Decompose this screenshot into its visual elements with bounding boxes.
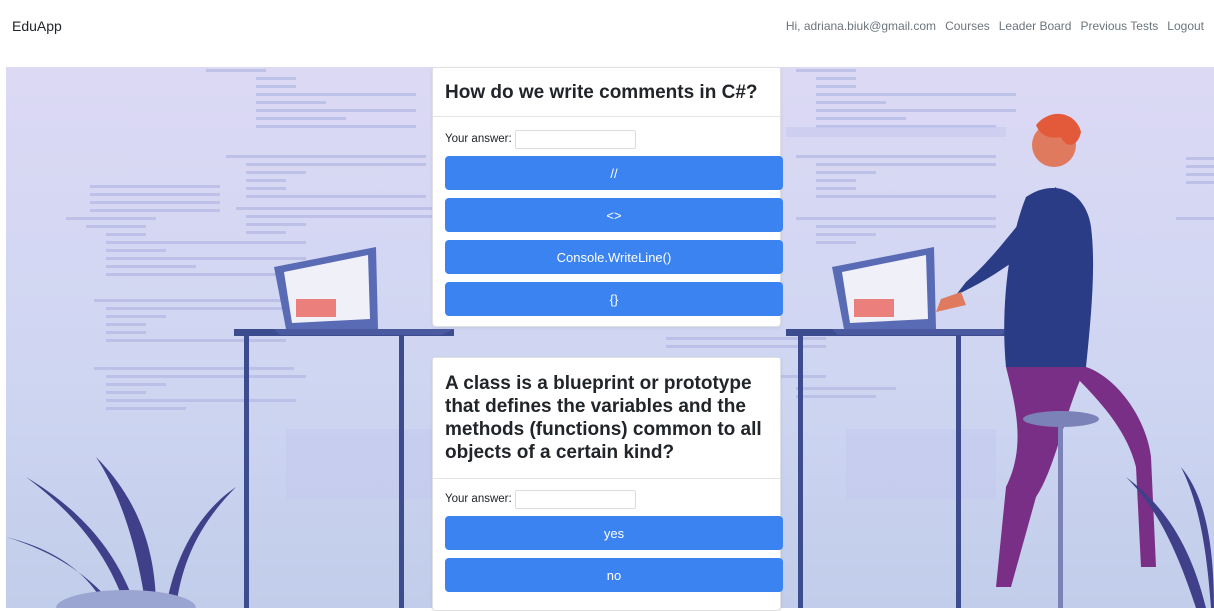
option-button-1-4[interactable]: {}	[445, 282, 783, 316]
nav-links: Hi, adriana.biuk@gmail.com Courses Leade…	[786, 19, 1204, 33]
option-button-1-1[interactable]: //	[445, 156, 783, 190]
option-button-1-2[interactable]: <>	[445, 198, 783, 232]
option-button-1-3[interactable]: Console.WriteLine()	[445, 240, 783, 274]
answer-input-1[interactable]	[514, 129, 636, 149]
answer-input-2[interactable]	[514, 489, 636, 509]
question-header-1: How do we write comments in C#?	[433, 68, 780, 117]
question-card-1: How do we write comments in C#? Your ans…	[432, 67, 783, 327]
answer-row-2: Your answer:	[445, 488, 768, 510]
answer-row-1: Your answer:	[445, 128, 768, 150]
nav-link-logout[interactable]: Logout	[1167, 19, 1204, 33]
question-text-2: A class is a blueprint or prototype that…	[445, 373, 762, 463]
nav-link-courses[interactable]: Courses	[945, 19, 990, 33]
option-button-2-1[interactable]: yes	[445, 516, 783, 550]
question-body-2: Your answer: yes no	[433, 479, 783, 610]
brand-logo[interactable]: EduApp	[12, 18, 62, 34]
answer-label-1: Your answer:	[445, 133, 512, 145]
nav-link-previous-tests[interactable]: Previous Tests	[1080, 19, 1158, 33]
question-text-1: How do we write comments in C#?	[445, 82, 758, 103]
nav-link-leader-board[interactable]: Leader Board	[999, 19, 1072, 33]
question-header-2: A class is a blueprint or prototype that…	[433, 358, 780, 479]
nav-greeting[interactable]: Hi, adriana.biuk@gmail.com	[786, 19, 936, 33]
option-button-2-2[interactable]: no	[445, 558, 783, 592]
answer-label-2: Your answer:	[445, 493, 512, 505]
question-body-1: Your answer: // <> Console.WriteLine() {…	[433, 117, 783, 326]
question-card-2: A class is a blueprint or prototype that…	[432, 357, 783, 611]
top-navbar: EduApp Hi, adriana.biuk@gmail.com Course…	[0, 0, 1214, 52]
